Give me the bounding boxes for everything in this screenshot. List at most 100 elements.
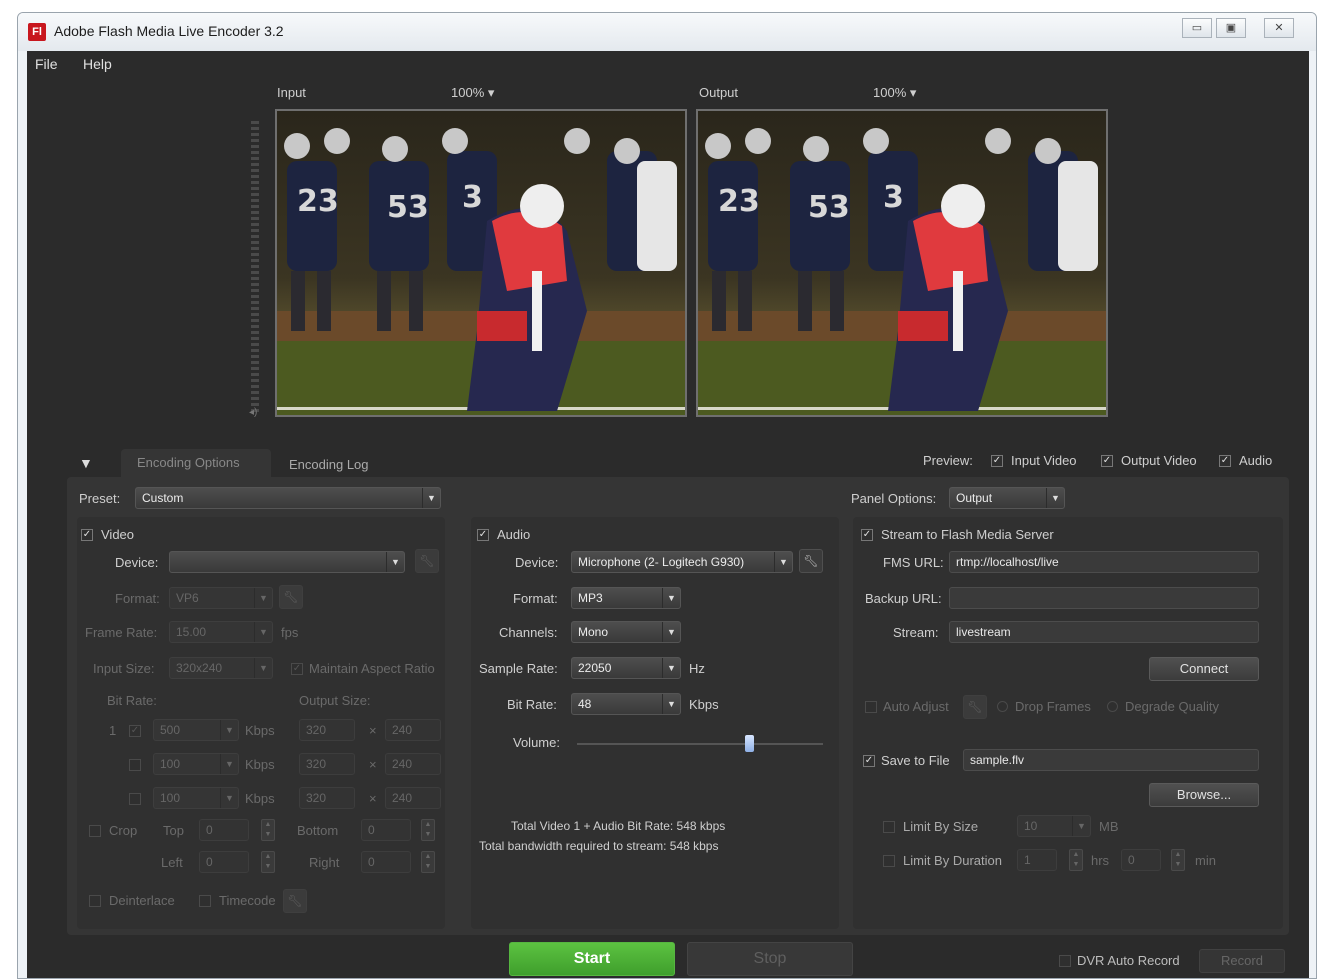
maintain-aspect-checkbox[interactable]: ✓	[291, 663, 303, 675]
bitrate-row-checkbox[interactable]: ✓	[129, 725, 141, 737]
crop-top-field[interactable]: 0	[199, 819, 249, 841]
limit-minutes-field[interactable]: 0	[1121, 849, 1161, 871]
auto-adjust-checkbox[interactable]	[865, 701, 877, 713]
save-file-path-field[interactable]: sample.flv	[963, 749, 1259, 771]
crop-left-label: Left	[161, 855, 183, 870]
crop-checkbox[interactable]	[89, 825, 101, 837]
volume-slider[interactable]	[577, 735, 823, 752]
video-device-settings-wrench-icon[interactable]: 🔧︎	[415, 549, 439, 573]
output-width-field[interactable]: 320	[299, 719, 355, 741]
bitrate-row-select[interactable]: 500 ▼	[153, 719, 239, 741]
application-window: Fl Adobe Flash Media Live Encoder 3.2 ▭ …	[17, 12, 1317, 979]
close-button[interactable]: ✕	[1264, 18, 1294, 38]
browse-button[interactable]: Browse...	[1149, 783, 1259, 807]
channels-select[interactable]: Mono ▼	[571, 621, 681, 643]
menu-help[interactable]: Help	[83, 56, 112, 72]
chevron-down-icon: ▾	[487, 85, 495, 100]
crop-right-field[interactable]: 0	[361, 851, 411, 873]
audio-bit-rate-value: 48	[578, 697, 592, 711]
limit-hours-field[interactable]: 1	[1017, 849, 1057, 871]
bitrate-row-select[interactable]: 100 ▼	[153, 787, 239, 809]
record-button[interactable]: Record	[1199, 949, 1285, 973]
drop-frames-radio[interactable]	[997, 701, 1008, 712]
auto-adjust-label: Auto Adjust	[883, 699, 949, 714]
video-checkbox[interactable]: ✓	[81, 529, 93, 541]
output-height-field[interactable]: 240	[385, 753, 441, 775]
fms-url-field[interactable]: rtmp://localhost/live	[949, 551, 1259, 573]
timecode-label: Timecode	[219, 893, 276, 908]
audio-bit-rate-label: Bit Rate:	[507, 697, 557, 712]
connect-button[interactable]: Connect	[1149, 657, 1259, 681]
frame-rate-select[interactable]: 15.00 ▼	[169, 621, 273, 643]
tab-encoding-options-label: Encoding Options	[137, 455, 240, 470]
video-format-settings-wrench-icon[interactable]: 🔧︎	[279, 585, 303, 609]
output-zoom-select[interactable]: 100% ▾	[873, 85, 916, 101]
crop-top-stepper[interactable]: ▲ ▼	[261, 819, 275, 841]
deinterlace-checkbox[interactable]	[89, 895, 101, 907]
crop-bottom-stepper[interactable]: ▲ ▼	[421, 819, 435, 841]
crop-left-field[interactable]: 0	[199, 851, 249, 873]
bitrate-row-select[interactable]: 100 ▼	[153, 753, 239, 775]
limit-by-duration-checkbox[interactable]	[883, 855, 895, 867]
backup-url-field[interactable]	[949, 587, 1259, 609]
preset-value: Custom	[142, 491, 184, 505]
total-bandwidth-text: Total bandwidth required to stream: 548 …	[479, 839, 719, 853]
timecode-settings-wrench-icon[interactable]: 🔧︎	[283, 889, 307, 913]
timecode-checkbox[interactable]	[199, 895, 211, 907]
crop-right-stepper[interactable]: ▲ ▼	[421, 851, 435, 873]
video-device-select[interactable]: ▼	[169, 551, 405, 573]
svg-text:53: 53	[387, 190, 429, 225]
preview-output-video-checkbox[interactable]: ✓	[1101, 455, 1113, 467]
input-zoom-select[interactable]: 100% ▾	[451, 85, 494, 101]
degrade-quality-radio[interactable]	[1107, 701, 1118, 712]
audio-format-select[interactable]: MP3 ▼	[571, 587, 681, 609]
chevron-down-icon: ▼	[254, 622, 272, 642]
stream-name-field[interactable]: livestream	[949, 621, 1259, 643]
menu-file[interactable]: File	[35, 56, 58, 72]
start-button[interactable]: Start	[509, 942, 675, 976]
output-width-field[interactable]: 320	[299, 753, 355, 775]
audio-checkbox[interactable]: ✓	[477, 529, 489, 541]
preset-select[interactable]: Custom ▼	[135, 487, 441, 509]
output-width-field[interactable]: 320	[299, 787, 355, 809]
tab-encoding-options[interactable]: Encoding Options	[121, 449, 271, 477]
audio-format-label: Format:	[513, 591, 558, 606]
sample-rate-select[interactable]: 22050 ▼	[571, 657, 681, 679]
limit-hours-stepper[interactable]: ▲ ▼	[1069, 849, 1083, 871]
maximize-button[interactable]: ▣	[1216, 18, 1246, 38]
dvr-auto-record-checkbox[interactable]	[1059, 955, 1071, 967]
input-size-select[interactable]: 320x240 ▼	[169, 657, 273, 679]
save-to-file-label: Save to File	[881, 753, 950, 768]
minimize-button[interactable]: ▭	[1182, 18, 1212, 38]
tab-encoding-log[interactable]: Encoding Log	[289, 457, 369, 472]
output-height-field[interactable]: 240	[385, 719, 441, 741]
volume-slider-thumb[interactable]	[745, 735, 755, 752]
audio-device-select[interactable]: Microphone (2- Logitech G930) ▼	[571, 551, 793, 573]
audio-bit-rate-select[interactable]: 48 ▼	[571, 693, 681, 715]
bitrate-row-checkbox[interactable]	[129, 759, 141, 771]
stop-button[interactable]: Stop	[687, 942, 853, 976]
chevron-down-icon: ▼	[662, 588, 680, 608]
audio-label: Audio	[497, 527, 531, 542]
panel-options-select[interactable]: Output ▼	[949, 487, 1065, 509]
bitrate-row-checkbox[interactable]	[129, 793, 141, 805]
deinterlace-label: Deinterlace	[109, 893, 175, 908]
preview-audio-checkbox[interactable]: ✓	[1219, 455, 1231, 467]
preview-input-video-checkbox[interactable]: ✓	[991, 455, 1003, 467]
limit-by-size-checkbox[interactable]	[883, 821, 895, 833]
output-size-header: Output Size:	[299, 693, 371, 708]
limit-size-select[interactable]: 10 ▼	[1017, 815, 1091, 837]
output-height-field[interactable]: 240	[385, 787, 441, 809]
crop-bottom-field[interactable]: 0	[361, 819, 411, 841]
auto-adjust-wrench-icon[interactable]: 🔧︎	[963, 695, 987, 719]
crop-left-stepper[interactable]: ▲ ▼	[261, 851, 275, 873]
title-bar: Fl Adobe Flash Media Live Encoder 3.2 ▭ …	[18, 13, 1316, 51]
app-body: File Help Input 100% ▾ Output 100% ▾ ◂)	[27, 51, 1309, 978]
audio-device-label: Device:	[515, 555, 559, 570]
video-format-select[interactable]: VP6 ▼	[169, 587, 273, 609]
audio-device-settings-wrench-icon[interactable]: 🔧︎	[799, 549, 823, 573]
stream-to-fms-checkbox[interactable]: ✓	[861, 529, 873, 541]
save-to-file-checkbox[interactable]: ✓	[863, 755, 875, 767]
limit-minutes-stepper[interactable]: ▲ ▼	[1171, 849, 1185, 871]
collapse-panel-icon[interactable]: ▼	[79, 455, 93, 471]
